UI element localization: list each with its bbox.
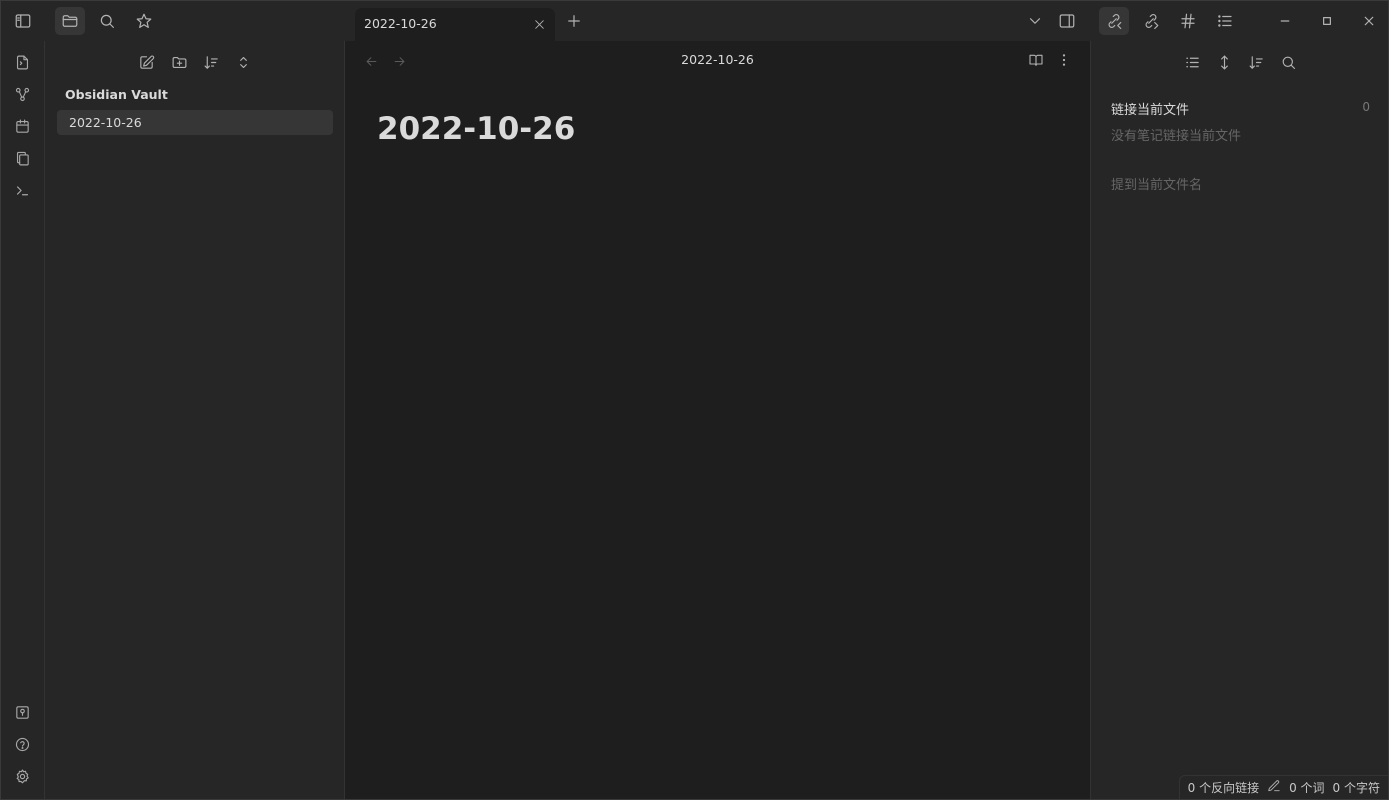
maximize-icon[interactable] — [1312, 7, 1342, 35]
help-icon[interactable] — [8, 730, 36, 758]
file-item-label: 2022-10-26 — [69, 115, 142, 130]
search-icon[interactable] — [1274, 49, 1302, 75]
minimize-icon[interactable] — [1270, 7, 1300, 35]
backlinks-icon[interactable] — [1099, 7, 1129, 35]
close-window-icon[interactable] — [1354, 7, 1384, 35]
outline-icon[interactable] — [1210, 7, 1240, 35]
sidebar-right-toggle-icon[interactable] — [1052, 7, 1082, 35]
search-icon[interactable] — [92, 7, 122, 35]
vault-name[interactable]: Obsidian Vault — [65, 87, 168, 102]
sidebar-toggle-icon[interactable] — [8, 7, 38, 35]
settings-icon[interactable] — [8, 762, 36, 790]
status-word-count: 0 个词 — [1289, 781, 1325, 795]
outgoing-links-icon[interactable] — [1136, 7, 1166, 35]
terminal-icon[interactable] — [8, 176, 36, 204]
new-folder-icon[interactable] — [165, 49, 193, 75]
tag-icon[interactable] — [1173, 7, 1203, 35]
editor: 2022-10-26 2022-10-26 — [345, 41, 1090, 799]
collapse-icon[interactable] — [229, 49, 257, 75]
vault-icon[interactable] — [8, 698, 36, 726]
calendar-icon[interactable] — [8, 112, 36, 140]
title-bar: 2022-10-26 — [1, 1, 1388, 41]
obsidian-window: 2022-10-26 Obsidian Vault 2022-10-26 202… — [0, 0, 1389, 800]
templates-icon[interactable] — [8, 144, 36, 172]
reading-view-icon[interactable] — [1024, 48, 1048, 72]
linked-mentions-empty: 没有笔记链接当前文件 — [1111, 129, 1242, 144]
view-header-title[interactable]: 2022-10-26 — [345, 52, 1090, 67]
linked-mentions-header[interactable]: 链接当前文件 — [1111, 99, 1189, 118]
status-char-count: 0 个字符 — [1332, 781, 1380, 795]
note-title[interactable]: 2022-10-26 — [377, 111, 575, 147]
status-bar: 0 个反向链接 0 个词 0 个字符 — [1178, 775, 1388, 799]
ribbon — [1, 41, 45, 799]
expand-icon[interactable] — [1210, 49, 1238, 75]
backlinks-panel: 链接当前文件 0 没有笔记链接当前文件 提到当前文件名 — [1090, 41, 1388, 799]
folder-icon[interactable] — [55, 7, 85, 35]
graph-icon[interactable] — [8, 80, 36, 108]
file-item[interactable]: 2022-10-26 — [57, 110, 333, 135]
status-backlinks[interactable]: 0 个反向链接 — [1188, 779, 1259, 796]
unlinked-mentions-header[interactable]: 提到当前文件名 — [1111, 174, 1202, 193]
quick-switcher-icon[interactable] — [8, 48, 36, 76]
sort-icon[interactable] — [1242, 49, 1270, 75]
plus-icon[interactable] — [559, 7, 589, 35]
more-options-icon[interactable] — [1052, 48, 1076, 72]
sort-icon[interactable] — [197, 49, 225, 75]
chevron-down-icon[interactable] — [1020, 7, 1050, 35]
edit-mode-icon[interactable] — [1267, 779, 1281, 796]
new-note-icon[interactable] — [132, 49, 160, 75]
collapse-results-icon[interactable] — [1178, 49, 1206, 75]
file-explorer: Obsidian Vault 2022-10-26 — [45, 41, 345, 799]
linked-mentions-count: 0 — [1362, 100, 1370, 114]
tab-active[interactable]: 2022-10-26 — [355, 8, 555, 41]
close-icon[interactable] — [529, 14, 549, 34]
star-icon[interactable] — [129, 7, 159, 35]
tab-title: 2022-10-26 — [364, 16, 437, 31]
